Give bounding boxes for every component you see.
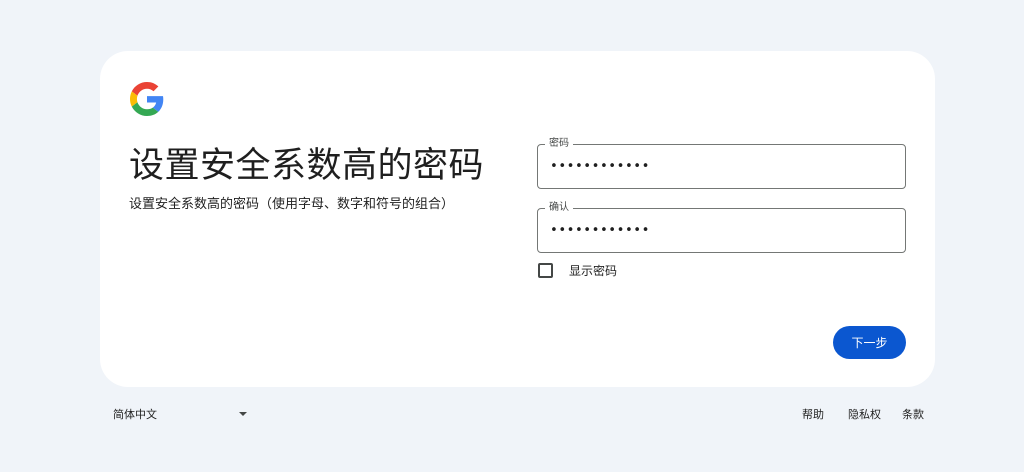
confirm-label: 确认	[545, 201, 573, 215]
password-field[interactable]: 密码	[537, 137, 906, 189]
google-g-icon	[130, 82, 164, 116]
terms-link[interactable]: 条款	[902, 406, 924, 422]
page-title: 设置安全系数高的密码	[129, 146, 485, 186]
confirm-input[interactable]	[550, 223, 890, 238]
dropdown-arrow-icon[interactable]	[239, 412, 247, 416]
language-selector[interactable]: 简体中文	[113, 406, 157, 422]
privacy-link[interactable]: 隐私权	[848, 406, 881, 422]
confirm-field[interactable]: 确认	[537, 201, 906, 253]
language-label[interactable]: 简体中文	[113, 406, 157, 422]
footer: 简体中文 帮助 隐私权 条款	[0, 406, 1024, 426]
show-password-checkbox[interactable]	[538, 263, 553, 278]
next-button[interactable]: 下一步	[833, 326, 906, 359]
password-input[interactable]	[550, 159, 890, 174]
show-password-row[interactable]: 显示密码	[538, 262, 617, 279]
signin-card: 设置安全系数高的密码 设置安全系数高的密码（使用字母、数字和符号的组合） 密码 …	[100, 51, 935, 387]
help-link[interactable]: 帮助	[802, 406, 824, 422]
page-subtitle: 设置安全系数高的密码（使用字母、数字和符号的组合）	[129, 197, 455, 212]
show-password-label[interactable]: 显示密码	[569, 262, 617, 279]
password-label: 密码	[545, 137, 573, 151]
